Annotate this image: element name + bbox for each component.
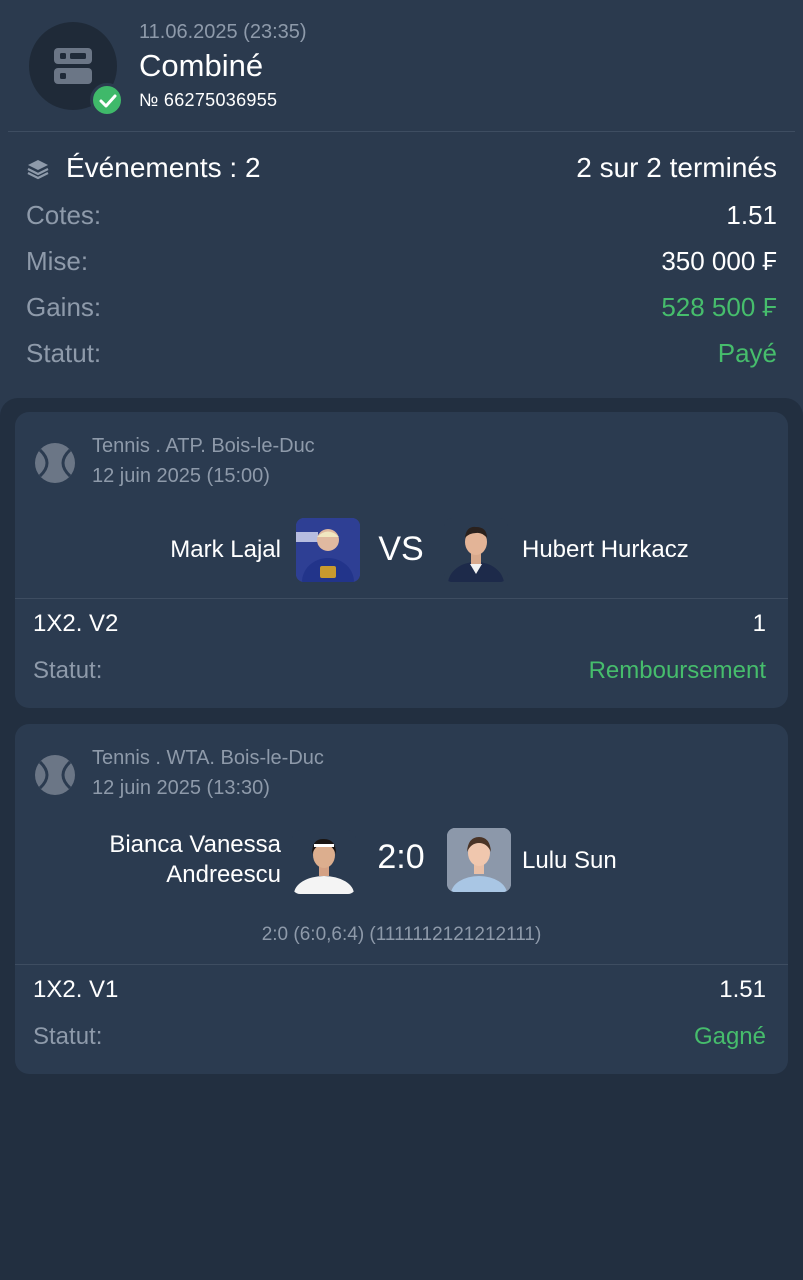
bet-datetime: 11.06.2025 (23:35) [139, 21, 307, 43]
team1-name: Mark Lajal [170, 536, 281, 563]
event-status-label: Statut: [33, 657, 103, 684]
stake-label: Mise: [26, 246, 89, 276]
bet-type-title: Combiné [139, 48, 264, 83]
bet-odd: 1.51 [719, 976, 766, 1003]
event-status-label: Statut: [33, 1023, 103, 1050]
event-league: Tennis . WTA. Bois-le-Duc [92, 747, 324, 769]
event-date: 12 juin 2025 (13:30) [92, 777, 270, 799]
tennis-ball-icon [34, 754, 76, 801]
match-score: 2:0 [377, 838, 425, 876]
card-divider [15, 964, 788, 965]
stake-row: Mise: 350 000 ₣ [26, 246, 777, 286]
card-divider [15, 598, 788, 599]
team2-avatar [447, 828, 511, 892]
event-date: 12 juin 2025 (15:00) [92, 465, 270, 487]
bet-market: 1X2. V2 [33, 610, 119, 637]
match-vs-label: VS [378, 530, 424, 568]
odds-label: Cotes: [26, 200, 102, 230]
check-icon [90, 83, 124, 117]
events-list: Tennis . ATP. Bois-le-Duc 12 juin 2025 (… [0, 398, 803, 1280]
odds-value: 1.51 [726, 200, 777, 230]
status-label: Statut: [26, 338, 102, 368]
winnings-row: Gains: 528 500 ₣ [26, 292, 777, 332]
tennis-ball-icon [34, 442, 76, 489]
event-league: Tennis . ATP. Bois-le-Duc [92, 435, 315, 457]
team1-name-line2: Andreescu [166, 861, 281, 888]
team1-avatar [292, 830, 356, 894]
team2-avatar [444, 518, 508, 582]
bet-header: 11.06.2025 (23:35) Combiné № 66275036955 [0, 0, 803, 132]
team2-name: Lulu Sun [522, 847, 617, 874]
events-count-label: Événements : 2 [66, 152, 261, 183]
event-status-value: Remboursement [588, 657, 766, 684]
winnings-value: 528 500 ₣ [661, 292, 777, 322]
team1-name-line1: Bianca Vanessa [109, 831, 281, 858]
bet-number: № 66275036955 [139, 90, 278, 110]
divider [8, 131, 795, 132]
events-finished-status: 2 sur 2 terminés [576, 152, 777, 183]
event-card[interactable]: Tennis . ATP. Bois-le-Duc 12 juin 2025 (… [15, 412, 788, 708]
score-detail: 2:0 (6:0,6:4) (1111112121212111) [261, 924, 542, 945]
layers-icon [26, 158, 50, 185]
bet-market: 1X2. V1 [33, 976, 119, 1003]
winnings-label: Gains: [26, 292, 102, 322]
events-row: Événements : 2 2 sur 2 terminés [26, 152, 777, 192]
event-card[interactable]: Tennis . WTA. Bois-le-Duc 12 juin 2025 (… [15, 724, 788, 1074]
team2-name: Hubert Hurkacz [522, 536, 689, 563]
team1-name: Bianca Vanessa Andreescu [109, 830, 281, 890]
stake-value: 350 000 ₣ [661, 246, 777, 276]
bet-odd: 1 [752, 610, 766, 637]
status-row: Statut: Payé [26, 338, 777, 378]
status-value: Payé [717, 338, 777, 368]
odds-row: Cotes: 1.51 [26, 200, 777, 240]
event-status-value: Gagné [693, 1023, 766, 1050]
